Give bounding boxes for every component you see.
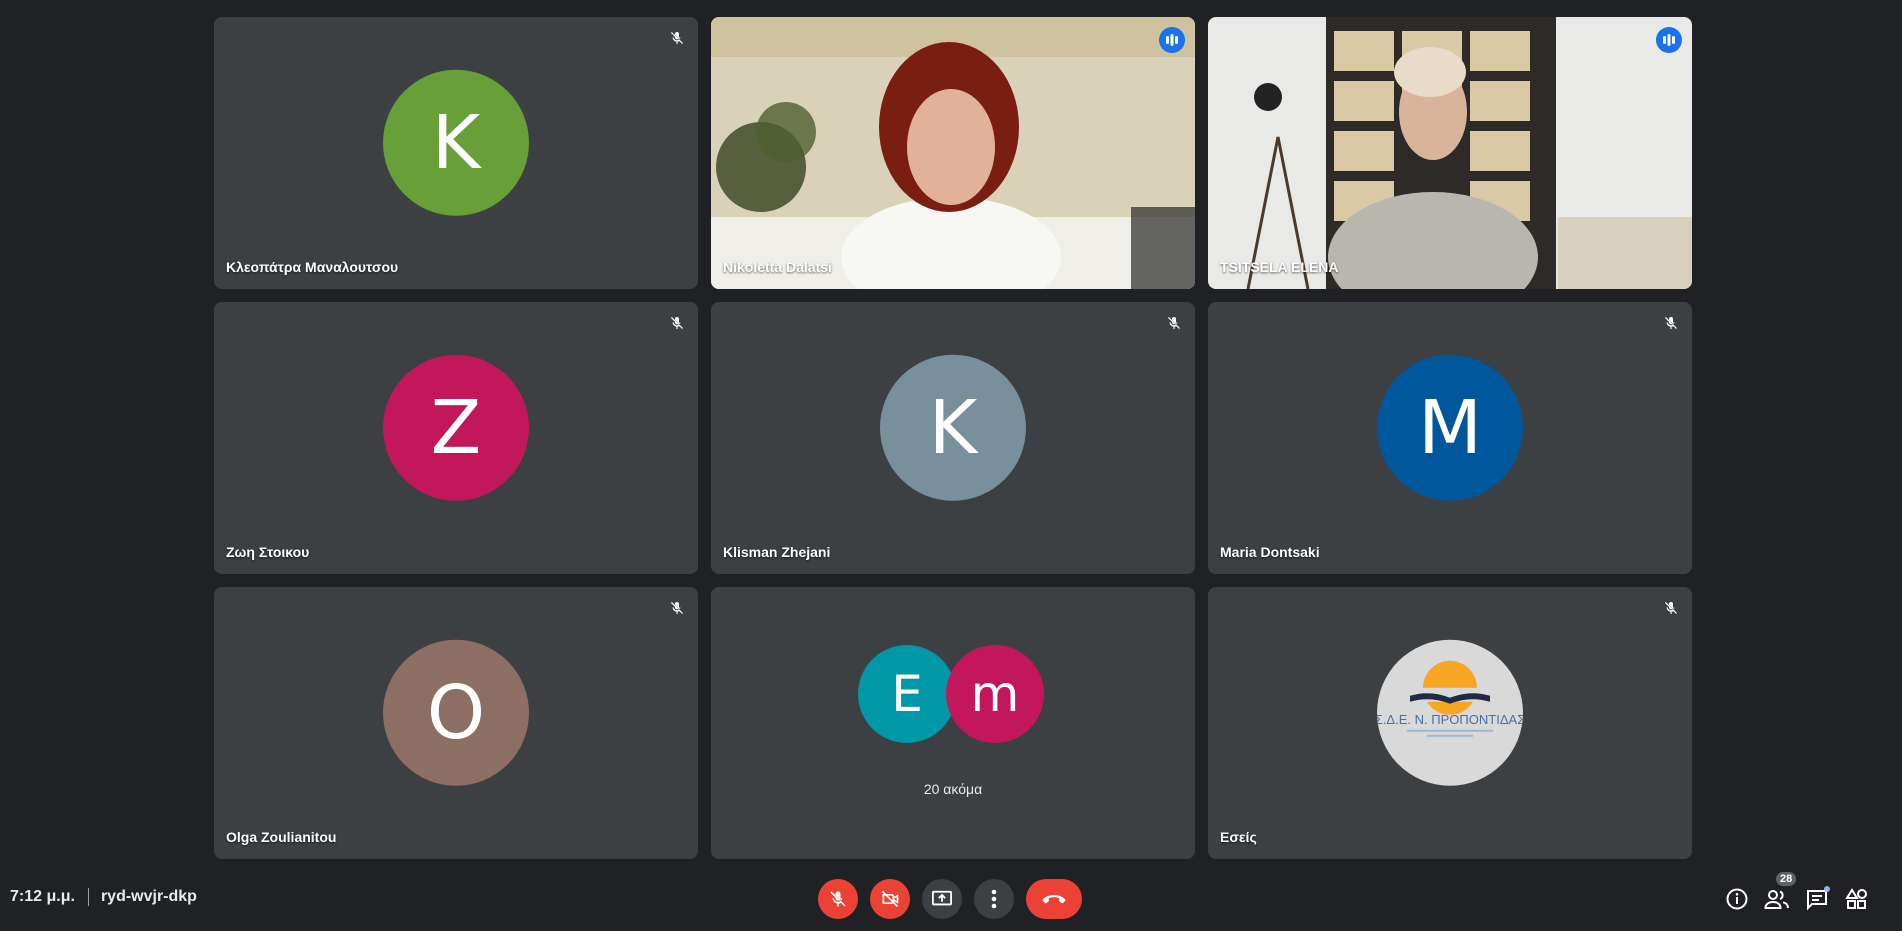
- more-participants-label: 20 ακόμα: [923, 781, 983, 797]
- organization-logo: Σ.Δ.Ε. Ν. ΠΡΟΠΟΝΤΙΔΑΣ: [1377, 660, 1523, 737]
- more-participants-tile[interactable]: E m 20 ακόμα: [711, 587, 1195, 859]
- participant-name: Κλεοπάτρα Μαναλουτσου: [226, 259, 399, 275]
- participant-name: TSITSELA ELENA: [1220, 259, 1339, 275]
- participant-name: Ζωη Στοικου: [226, 544, 310, 560]
- avatar: K: [383, 69, 529, 216]
- video-grid: K Κλεοπάτρα Μαναλουτσου Nikoletta Dalats…: [214, 17, 1692, 859]
- participant-name: Maria Dontsaki: [1220, 544, 1320, 560]
- participant-tile[interactable]: K Κλεοπάτρα Μαναλουτσου: [214, 17, 698, 289]
- participant-name: Εσείς: [1220, 829, 1257, 845]
- overflow-avatars: E m: [858, 645, 1048, 745]
- participants-button[interactable]: 28: [1762, 872, 1797, 914]
- participant-name: Klisman Zhejani: [723, 544, 831, 560]
- avatar: Z: [383, 354, 529, 501]
- people-icon: [1764, 890, 1789, 909]
- mic-off-icon: [666, 597, 688, 619]
- mic-off-icon: [1660, 597, 1682, 619]
- participant-name: Nikoletta Dalatsi: [723, 259, 832, 275]
- avatar: m: [946, 645, 1044, 743]
- participant-tile[interactable]: M Maria Dontsaki: [1208, 302, 1692, 574]
- side-panel-buttons: 28: [0, 872, 1902, 914]
- participants-count-badge: 28: [1776, 872, 1797, 886]
- avatar: M: [1377, 354, 1523, 501]
- participant-tile[interactable]: O Olga Zoulianitou: [214, 587, 698, 859]
- info-icon: [1726, 888, 1748, 910]
- logo-text: Σ.Δ.Ε. Ν. ΠΡΟΠΟΝΤΙΔΑΣ: [1377, 712, 1523, 727]
- avatar: E: [858, 645, 956, 743]
- participant-tile[interactable]: K Klisman Zhejani: [711, 302, 1195, 574]
- avatar-logo: Σ.Δ.Ε. Ν. ΠΡΟΠΟΝΤΙΔΑΣ: [1377, 639, 1523, 786]
- mic-off-icon: [1660, 312, 1682, 334]
- activities-button[interactable]: [1842, 884, 1872, 914]
- chat-button[interactable]: [1802, 884, 1832, 914]
- participant-tile-video[interactable]: TSITSELA ELENA: [1208, 17, 1692, 289]
- mic-off-icon: [1163, 312, 1185, 334]
- avatar: K: [880, 354, 1026, 501]
- participant-tile[interactable]: Z Ζωη Στοικου: [214, 302, 698, 574]
- meeting-details-button[interactable]: [1722, 884, 1752, 914]
- avatar: O: [383, 639, 529, 786]
- participant-tile-video[interactable]: Nikoletta Dalatsi: [711, 17, 1195, 289]
- activities-shapes-icon: [1845, 888, 1867, 909]
- participant-name: Olga Zoulianitou: [226, 829, 337, 845]
- mic-off-icon: [666, 27, 688, 49]
- speaking-indicator-icon: [1159, 27, 1185, 53]
- video-feed: [1208, 17, 1692, 289]
- self-tile[interactable]: Σ.Δ.Ε. Ν. ΠΡΟΠΟΝΤΙΔΑΣ Εσείς: [1208, 587, 1692, 859]
- video-feed: [711, 17, 1195, 289]
- speaking-indicator-icon: [1656, 27, 1682, 53]
- mic-off-icon: [666, 312, 688, 334]
- unread-dot: [1824, 886, 1830, 892]
